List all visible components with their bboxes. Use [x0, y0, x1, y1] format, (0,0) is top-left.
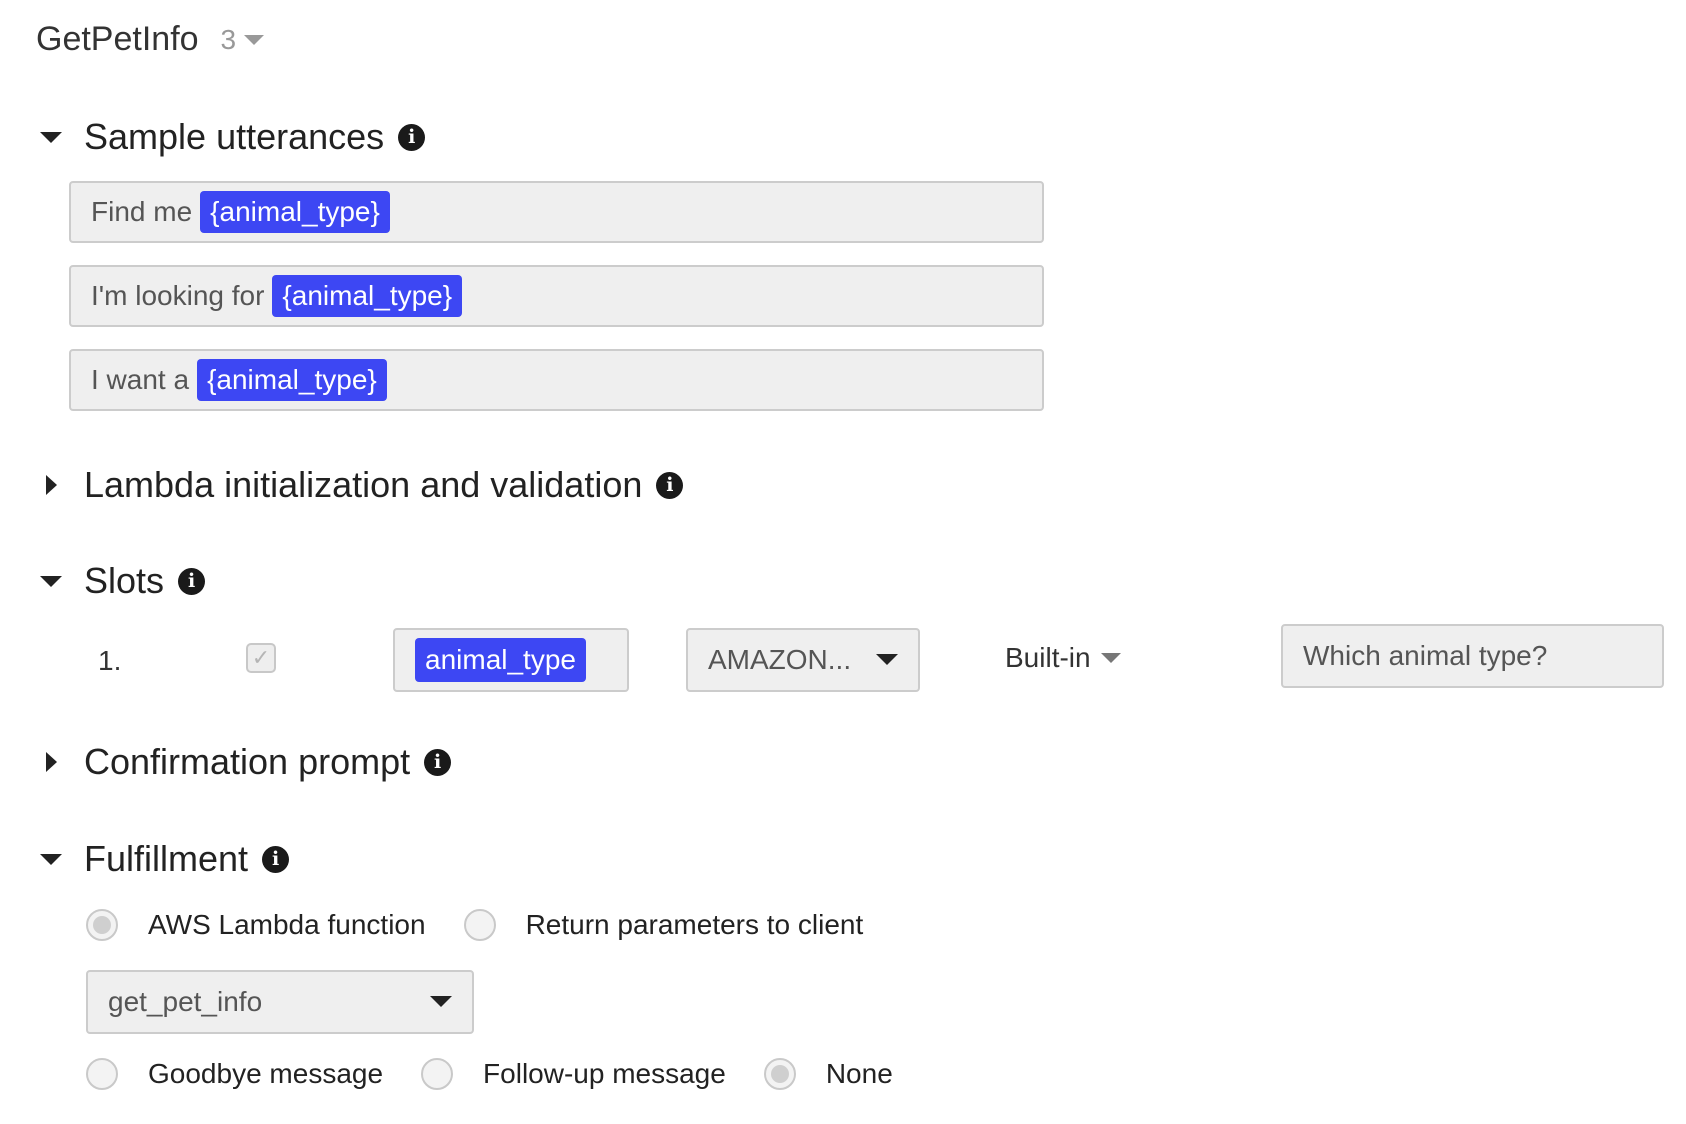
- slot-name-chip: animal_type: [415, 638, 586, 682]
- slot-prompt-value: Which animal type?: [1303, 640, 1548, 671]
- slot-type-value: AMAZON...: [708, 644, 852, 675]
- version-selector[interactable]: 3: [221, 24, 265, 56]
- slot-chip: {animal_type}: [200, 191, 390, 233]
- section-confirmation-prompt[interactable]: Confirmation prompt i: [40, 741, 452, 783]
- slot-version-selector[interactable]: Built-in: [1005, 642, 1121, 674]
- radio-label[interactable]: Follow-up message: [483, 1058, 726, 1090]
- check-icon: ✓: [251, 645, 271, 670]
- intent-header: GetPetInfo 3: [36, 20, 265, 59]
- section-fulfillment[interactable]: Fulfillment i: [40, 838, 290, 880]
- radio-none[interactable]: [763, 1058, 796, 1090]
- section-title: Sample utterances: [84, 116, 385, 157]
- expand-toggle-icon[interactable]: [46, 475, 57, 495]
- radio-return-parameters[interactable]: [463, 909, 496, 941]
- radio-label[interactable]: AWS Lambda function: [148, 909, 426, 941]
- section-lambda-init[interactable]: Lambda initialization and validation i: [40, 464, 684, 506]
- section-sample-utterances[interactable]: Sample utterances i: [40, 116, 426, 158]
- info-icon[interactable]: i: [178, 567, 206, 595]
- section-title: Fulfillment: [84, 838, 249, 879]
- radio-goodbye-message[interactable]: [86, 1058, 118, 1090]
- slot-name-field[interactable]: animal_type: [393, 628, 629, 692]
- chevron-down-icon: [430, 996, 452, 1007]
- intent-name: GetPetInfo: [36, 20, 199, 58]
- chevron-down-icon: [1100, 653, 1121, 663]
- utterance-text: Find me: [91, 196, 193, 227]
- utterance-field[interactable]: I want a {animal_type}: [69, 349, 1044, 411]
- section-title: Lambda initialization and validation: [84, 464, 643, 505]
- intent-editor: GetPetInfo 3 Sample utterances i Find me…: [0, 0, 1686, 1124]
- fulfillment-options: AWS Lambda function Return parameters to…: [86, 909, 863, 941]
- expand-toggle-icon[interactable]: [46, 752, 57, 772]
- info-icon[interactable]: i: [656, 471, 684, 499]
- section-slots[interactable]: Slots i: [40, 560, 206, 602]
- slot-chip: {animal_type}: [272, 275, 463, 317]
- radio-label[interactable]: Goodbye message: [148, 1058, 383, 1090]
- info-icon[interactable]: i: [424, 748, 452, 776]
- lambda-function-value: get_pet_info: [108, 986, 263, 1017]
- radio-aws-lambda[interactable]: [86, 909, 118, 941]
- collapse-toggle-icon[interactable]: [40, 575, 62, 587]
- chevron-down-icon: [876, 654, 898, 665]
- section-title: Slots: [84, 560, 165, 601]
- collapse-toggle-icon[interactable]: [40, 131, 62, 143]
- lambda-function-dropdown[interactable]: get_pet_info: [86, 970, 474, 1034]
- slot-required-checkbox[interactable]: ✓: [246, 643, 276, 673]
- utterance-field[interactable]: I'm looking for {animal_type}: [69, 265, 1044, 327]
- utterance-text: I want a: [91, 364, 190, 395]
- slot-prompt-input[interactable]: Which animal type?: [1281, 624, 1664, 688]
- collapse-toggle-icon[interactable]: [40, 853, 62, 865]
- version-number: 3: [220, 23, 237, 55]
- radio-follow-up-message[interactable]: [421, 1058, 454, 1090]
- slot-version-value: Built-in: [1005, 642, 1091, 673]
- chevron-down-icon: [244, 34, 265, 45]
- radio-label[interactable]: Return parameters to client: [526, 909, 864, 941]
- slot-index: 1.: [98, 645, 122, 676]
- utterance-field[interactable]: Find me {animal_type}: [69, 181, 1044, 243]
- utterance-text: I'm looking for: [91, 280, 265, 311]
- info-icon[interactable]: i: [262, 845, 290, 873]
- info-icon[interactable]: i: [398, 123, 426, 151]
- radio-label[interactable]: None: [826, 1058, 893, 1090]
- response-options: Goodbye message Follow-up message None: [86, 1058, 893, 1090]
- slot-chip: {animal_type}: [197, 359, 387, 401]
- section-title: Confirmation prompt: [84, 741, 411, 782]
- slot-type-dropdown[interactable]: AMAZON...: [686, 628, 920, 692]
